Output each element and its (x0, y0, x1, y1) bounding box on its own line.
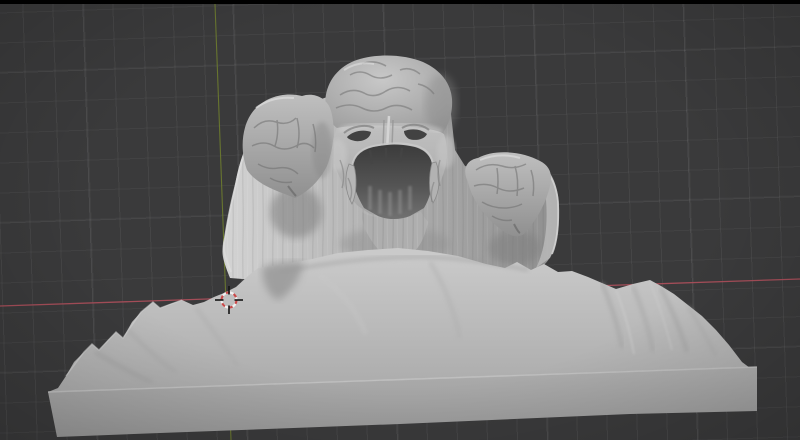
letterbox-bar-top (0, 0, 800, 4)
sculpt-model-mesh[interactable] (47, 55, 758, 437)
viewport-canvas[interactable] (0, 0, 800, 440)
viewport[interactable] (0, 0, 800, 440)
mouth-opening (352, 144, 434, 219)
dome-right-shade (425, 74, 457, 134)
